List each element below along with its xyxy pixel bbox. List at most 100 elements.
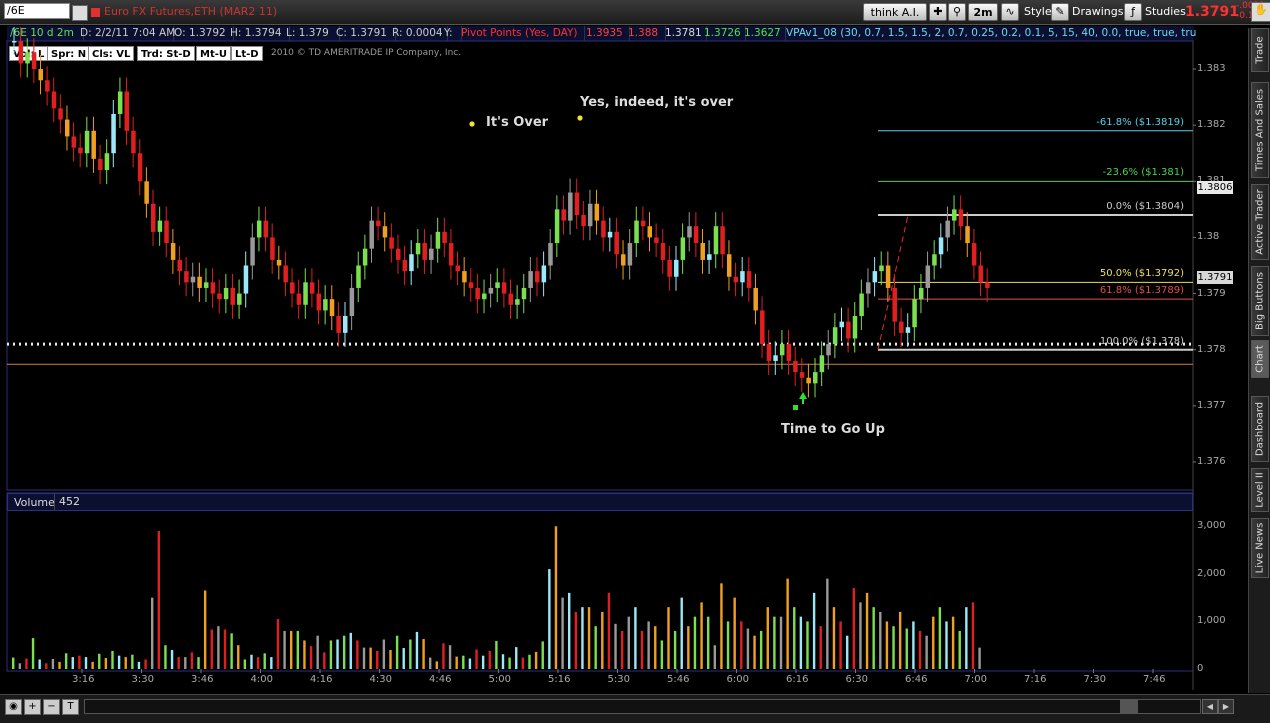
volume-bar xyxy=(316,635,319,669)
volume-bar xyxy=(475,649,478,669)
volume-bar xyxy=(726,621,730,669)
tab-times-and-sales[interactable]: Times And Sales xyxy=(1251,82,1269,178)
up-arrow-signal xyxy=(799,392,807,404)
volume-bar xyxy=(78,655,81,669)
fib-level-label: -23.6% ($1.381) xyxy=(1102,167,1184,179)
volume-bar xyxy=(177,657,180,669)
volume-bar xyxy=(978,647,981,669)
volume-bar xyxy=(872,607,875,669)
time-frame-icon[interactable]: T xyxy=(62,699,79,715)
volume-bar xyxy=(303,640,306,669)
drawing-set-icon[interactable]: ◉ xyxy=(5,699,22,715)
volume-bar xyxy=(793,607,796,669)
candle-body xyxy=(581,214,586,227)
tab-active-trader[interactable]: Active Trader xyxy=(1251,184,1269,260)
volume-bar xyxy=(740,621,743,669)
candle-body xyxy=(276,259,282,266)
tab-active-trader-label: Active Trader xyxy=(1254,189,1266,255)
candle-body xyxy=(561,209,566,221)
volume-bar xyxy=(945,621,948,669)
time-tick-label: 5:46 xyxy=(667,674,690,685)
volume-bar xyxy=(951,616,955,669)
candle-body xyxy=(660,243,666,260)
volume-bar xyxy=(402,648,405,669)
candle-body xyxy=(64,119,70,137)
zoom-in-icon[interactable]: + xyxy=(24,699,41,715)
candle-body xyxy=(521,287,527,300)
candle-body xyxy=(488,287,494,294)
annotation-its-over: It's Over xyxy=(486,115,549,130)
scroll-left-icon[interactable]: ◀ xyxy=(1202,699,1218,714)
price-label-high: 1.3806 xyxy=(1197,181,1233,194)
zoom-out-icon[interactable]: − xyxy=(43,699,60,715)
candle-body xyxy=(687,226,692,238)
candle-body xyxy=(382,226,388,238)
candle-body xyxy=(501,282,507,294)
volume-bar xyxy=(84,657,88,669)
candle-body xyxy=(151,203,156,232)
candle-body xyxy=(144,181,149,204)
candle-body xyxy=(468,282,474,288)
volume-bar xyxy=(865,592,869,669)
volume-bar xyxy=(581,607,584,669)
volume-bar xyxy=(170,649,174,669)
candle-body xyxy=(349,287,355,317)
tab-dashboard-label: Dashboard xyxy=(1254,401,1266,457)
volume-bar xyxy=(395,635,399,669)
volume-bar xyxy=(91,661,94,669)
volume-bar xyxy=(382,639,386,669)
volume-tick-label: 2,000 xyxy=(1197,567,1226,579)
tab-level-ii[interactable]: Level II xyxy=(1251,468,1269,512)
candle-body xyxy=(329,299,335,317)
candle-body xyxy=(932,254,937,266)
volume-bar xyxy=(508,657,511,669)
volume-bar xyxy=(501,654,505,669)
tab-chart[interactable]: Chart xyxy=(1251,340,1269,378)
volume-bar xyxy=(554,526,558,669)
price-tick-label: 1.382 xyxy=(1197,119,1226,131)
candle-body xyxy=(766,344,772,361)
candle-body xyxy=(137,153,143,182)
volume-bar xyxy=(912,621,915,669)
candle-body xyxy=(356,265,361,288)
tab-trade[interactable]: Trade xyxy=(1251,28,1269,72)
tab-dashboard[interactable]: Dashboard xyxy=(1251,396,1269,462)
volume-bar xyxy=(223,629,227,669)
candle-body xyxy=(971,243,977,266)
volume-bar xyxy=(680,597,683,669)
collapse-panel-icon[interactable]: ✋ xyxy=(1251,2,1270,22)
candle-body xyxy=(541,265,547,283)
candle-body xyxy=(819,355,825,373)
volume-bar xyxy=(422,639,425,669)
volume-bar xyxy=(925,635,928,669)
candle-body xyxy=(892,287,897,322)
volume-bar xyxy=(283,630,286,669)
candle-body xyxy=(98,158,103,171)
volume-bar xyxy=(634,607,637,669)
candle-body xyxy=(58,108,63,120)
tab-big-buttons[interactable]: Big Buttons xyxy=(1251,266,1269,336)
candle-body xyxy=(720,226,725,255)
volume-bar xyxy=(773,616,776,669)
candle-body xyxy=(574,192,580,215)
time-tick-label: 6:00 xyxy=(726,674,749,685)
candle-body xyxy=(779,344,785,356)
candle-body xyxy=(91,130,96,159)
volume-bar xyxy=(574,611,578,669)
tab-live-news[interactable]: Live News xyxy=(1251,518,1269,578)
scrollbar-thumb[interactable] xyxy=(1120,700,1138,713)
volume-bar xyxy=(349,632,352,669)
candle-body xyxy=(846,321,851,339)
horizontal-scrollbar[interactable] xyxy=(84,699,1201,714)
volume-bar xyxy=(620,630,624,669)
volume-header: Volume 452 xyxy=(7,493,1193,511)
volume-bar xyxy=(237,645,240,669)
candle-body xyxy=(733,276,739,283)
candle-body xyxy=(250,237,255,266)
volume-bar xyxy=(468,658,472,669)
volume-bar xyxy=(197,657,200,669)
candle-body xyxy=(309,282,315,294)
scroll-right-icon[interactable]: ▶ xyxy=(1218,699,1234,714)
candle-body xyxy=(442,231,447,244)
tab-times-and-sales-label: Times And Sales xyxy=(1254,88,1266,172)
